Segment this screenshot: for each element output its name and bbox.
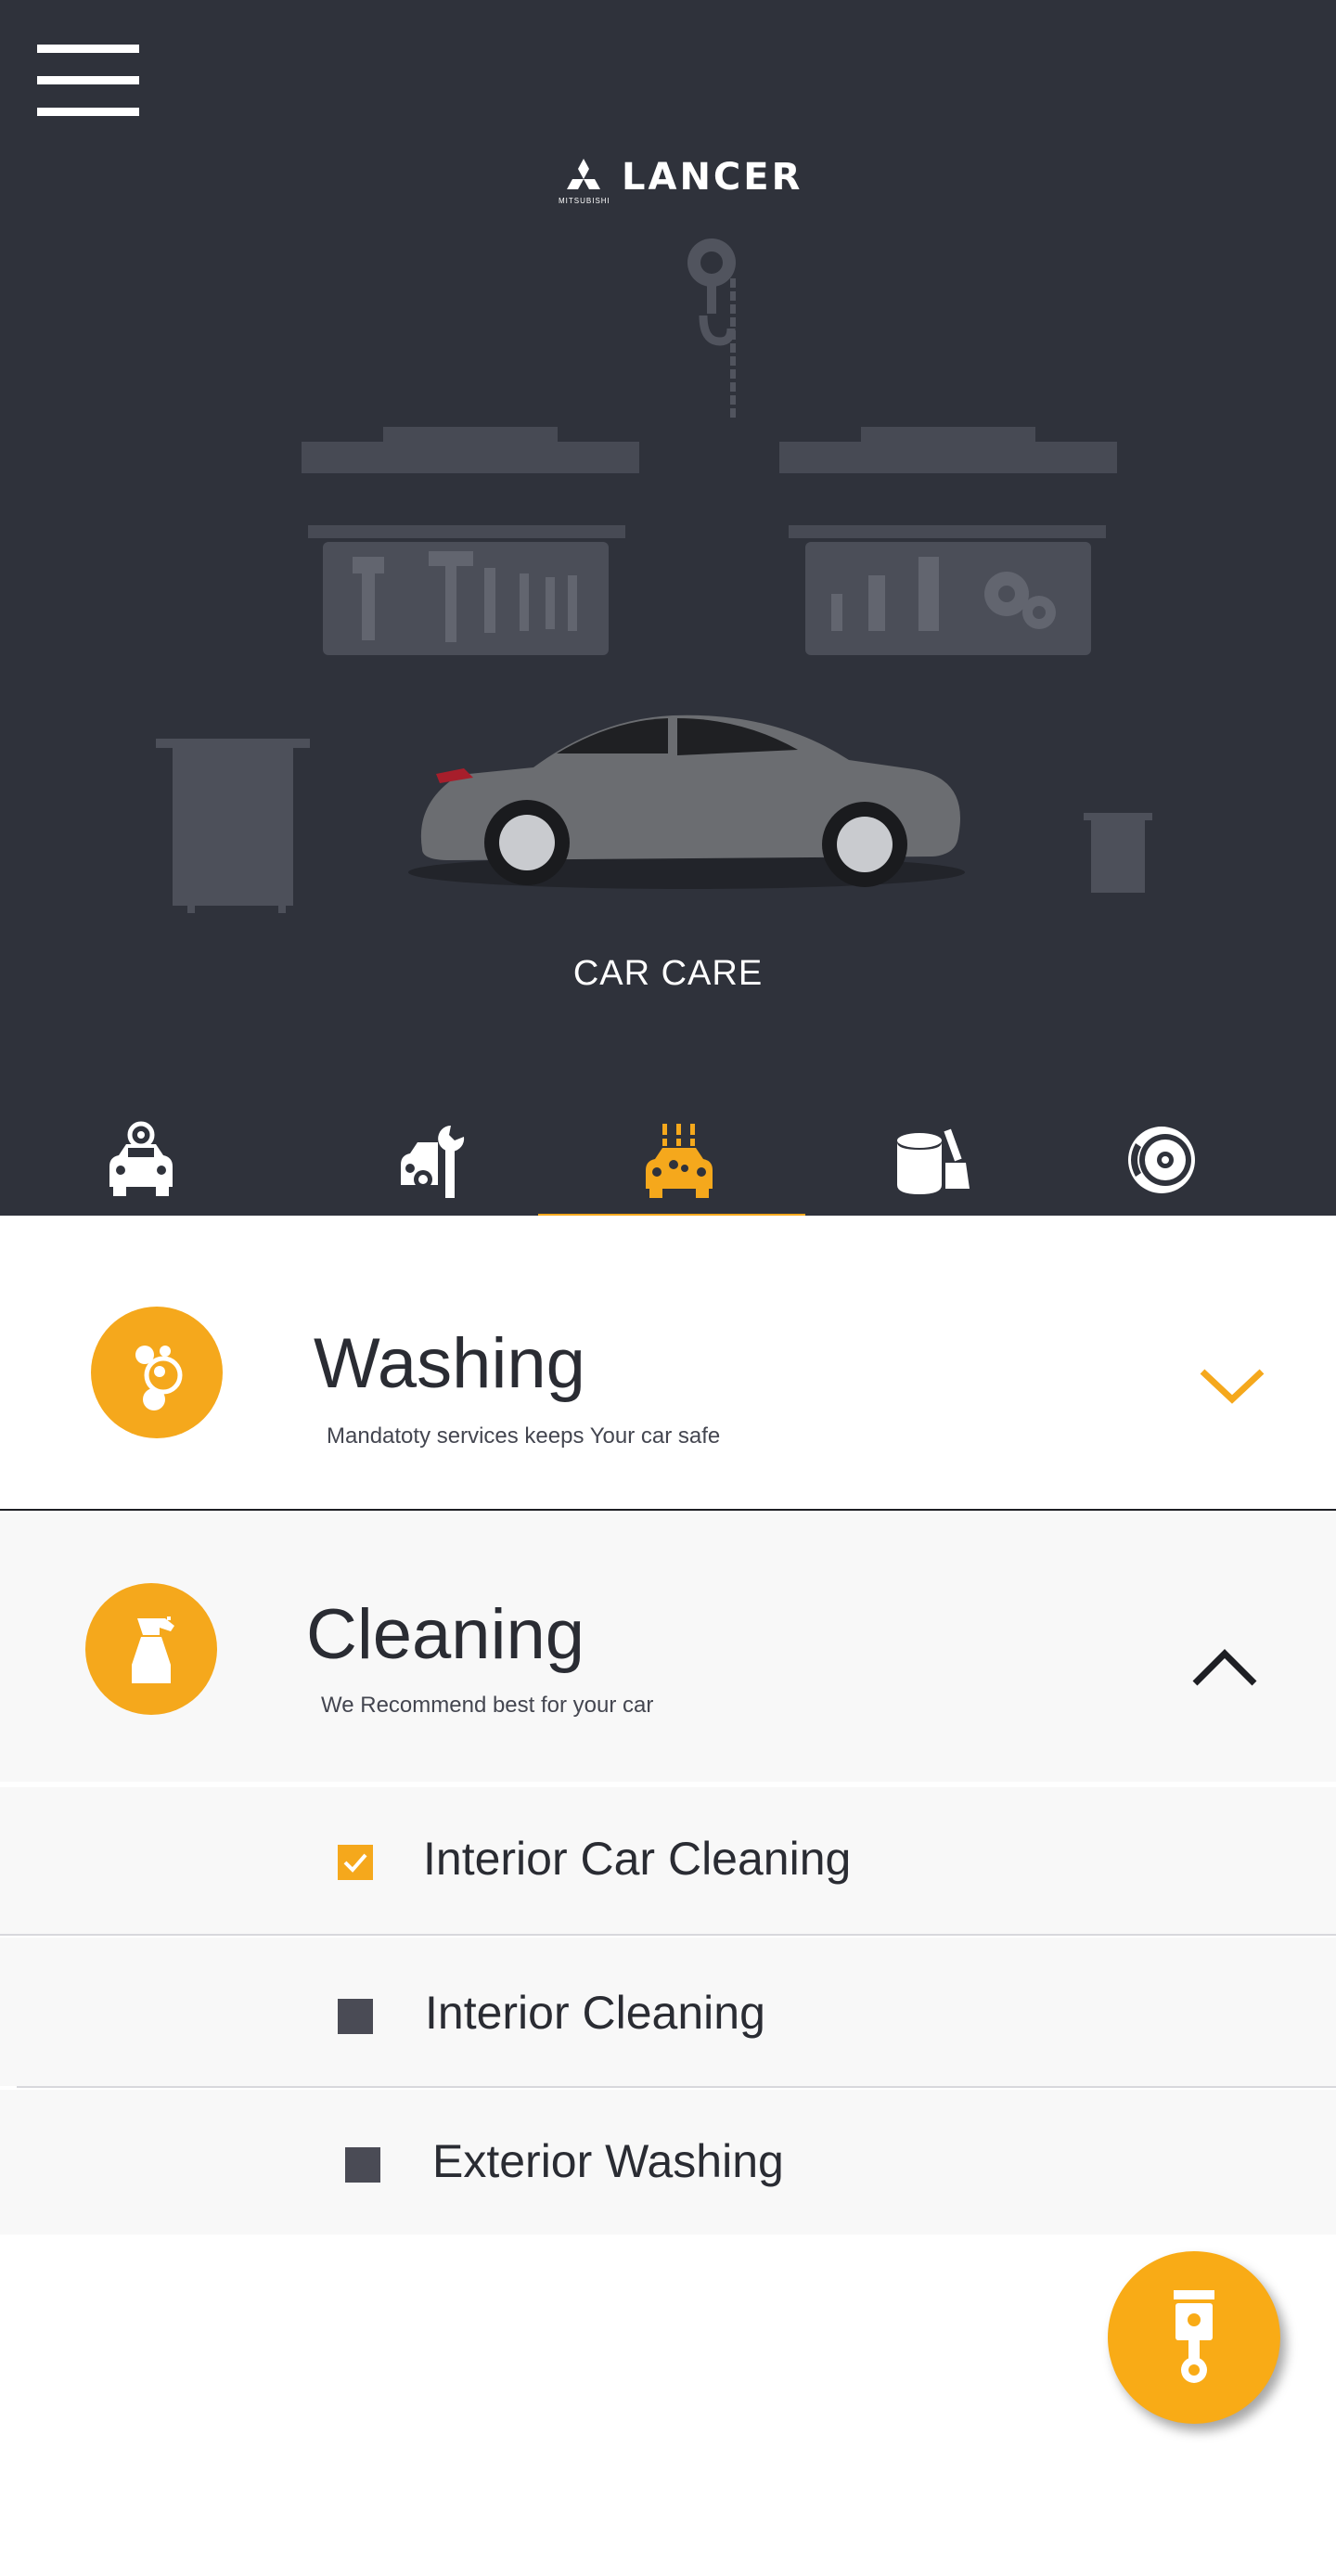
checkbox-unchecked[interactable]	[338, 1999, 373, 2034]
brand-subtitle: MITSUBISHI	[559, 197, 610, 205]
bubbles-icon	[135, 1346, 183, 1410]
tab-paint[interactable]	[841, 1104, 1026, 1216]
category-tabs	[0, 1104, 1336, 1225]
list-item-interior-cleaning[interactable]: Interior Cleaning	[0, 1938, 1336, 2086]
car-illustration	[408, 715, 965, 889]
cleaning-section[interactable]: Cleaning We Recommend best for your car	[0, 1513, 1336, 1782]
menu-bar	[37, 45, 139, 53]
washing-subtitle: Mandatoty services keeps Your car safe	[327, 1423, 721, 1449]
cleaning-subtitle: We Recommend best for your car	[321, 1693, 654, 1718]
piston-icon	[1174, 2290, 1214, 2383]
check-icon	[343, 1853, 367, 1873]
crane-hook-icon	[687, 238, 736, 418]
shelf-left	[302, 427, 639, 655]
menu-bar	[37, 108, 139, 116]
divider	[0, 1934, 1336, 1936]
cabinet-left	[156, 739, 310, 913]
item-label: Interior Car Cleaning	[423, 1833, 852, 1885]
cleaning-badge	[85, 1583, 217, 1715]
cleaning-title: Cleaning	[306, 1595, 584, 1674]
tab-car-care[interactable]	[586, 1104, 772, 1216]
car-wrench-icon	[401, 1126, 465, 1198]
item-label: Interior Cleaning	[425, 1987, 765, 2039]
page-title: CAR CARE	[572, 954, 764, 993]
tab-repair[interactable]	[341, 1104, 527, 1216]
list-item-exterior-washing[interactable]: Exterior Washing	[0, 2090, 1336, 2235]
menu-bar	[37, 76, 139, 84]
brand-name: LANCER	[622, 156, 803, 199]
divider	[17, 2086, 1336, 2088]
list-item-interior-car-cleaning[interactable]: Interior Car Cleaning	[0, 1787, 1336, 1934]
bin-right	[1084, 813, 1152, 893]
chevron-up-icon[interactable]	[1191, 1646, 1258, 1687]
spray-bottle-icon	[132, 1616, 174, 1683]
car-gear-icon	[109, 1121, 173, 1196]
floating-action-button[interactable]	[1108, 2251, 1280, 2424]
shelf-right	[779, 427, 1117, 655]
tab-brakes[interactable]	[1069, 1104, 1254, 1216]
brake-disc-icon	[1128, 1127, 1195, 1193]
checkbox-unchecked[interactable]	[345, 2147, 380, 2183]
tab-car-service[interactable]	[48, 1104, 234, 1216]
washing-section[interactable]: Washing Mandatoty services keeps Your ca…	[0, 1216, 1336, 1511]
paint-bucket-icon	[897, 1128, 970, 1194]
car-wash-icon	[646, 1124, 713, 1198]
hamburger-menu-button[interactable]	[37, 45, 141, 116]
header-hero: LANCER MITSUBISHI CAR CARE	[0, 0, 1336, 1216]
washing-title: Washing	[314, 1324, 585, 1403]
brand-logo: LANCER MITSUBISHI	[557, 150, 816, 212]
item-label: Exterior Washing	[432, 2135, 784, 2187]
chevron-down-icon[interactable]	[1199, 1366, 1265, 1407]
checkbox-checked[interactable]	[338, 1845, 373, 1880]
workshop-illustration	[156, 238, 1152, 913]
washing-badge	[91, 1307, 223, 1438]
